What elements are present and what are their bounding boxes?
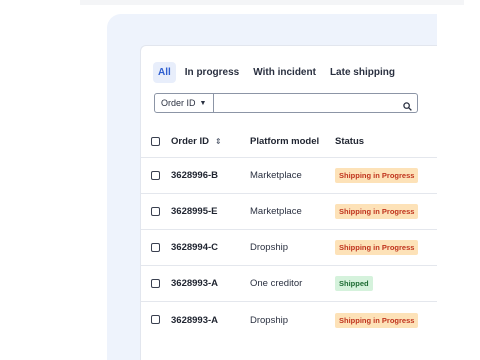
row-checkbox[interactable]: [151, 278, 160, 288]
platform-model: Dropship: [250, 314, 289, 326]
platform-model: One creditor: [250, 278, 303, 289]
row-checkbox[interactable]: [151, 170, 160, 180]
table-row[interactable]: 3628993-A Dropship Shipping in Progress: [141, 302, 437, 338]
order-id: 3628993-A: [171, 314, 219, 326]
chevron-down-icon: ▼: [199, 99, 207, 107]
row-checkbox[interactable]: [151, 242, 160, 252]
search-input[interactable]: [218, 95, 402, 113]
table-header: Order ID ⇕ Platform model Status: [141, 126, 437, 158]
status-badge: Shipping in Progress: [335, 168, 419, 183]
status-badge: Shipping in Progress: [335, 240, 419, 255]
status-badge: Shipping in Progress: [335, 204, 419, 219]
row-checkbox[interactable]: [151, 315, 160, 324]
platform-model: Marketplace: [250, 206, 302, 217]
tab-in-progress[interactable]: In progress: [180, 62, 244, 83]
select-all-checkbox[interactable]: [151, 136, 160, 146]
table-row[interactable]: 3628993-A One creditor Shipped: [141, 266, 437, 302]
order-id: 3628995-E: [171, 206, 218, 217]
orders-card: All In progress With incident Late shipp…: [140, 45, 437, 360]
filter-tabs: All In progress With incident Late shipp…: [153, 62, 400, 83]
table-row[interactable]: 3628995-E Marketplace Shipping in Progre…: [141, 194, 437, 230]
search-icon[interactable]: [403, 98, 412, 116]
column-header-platform-model: Platform model: [250, 136, 320, 147]
status-badge: Shipping in Progress: [335, 312, 419, 328]
table-row[interactable]: 3628994-C Dropship Shipping in Progress: [141, 230, 437, 266]
platform-model: Dropship: [250, 242, 289, 253]
table-row[interactable]: 3628996-B Marketplace Shipping in Progre…: [141, 158, 437, 194]
tab-with-incident[interactable]: With incident: [248, 62, 321, 83]
top-strip: [80, 0, 464, 5]
column-header-order-id[interactable]: Order ID ⇕: [171, 126, 222, 157]
search-box: [214, 93, 418, 113]
search-field-select[interactable]: Order ID ▼: [154, 93, 214, 113]
row-checkbox[interactable]: [151, 206, 160, 216]
platform-model: Marketplace: [250, 170, 302, 181]
status-cell: Shipping in Progress: [335, 230, 419, 265]
tab-all[interactable]: All: [153, 62, 176, 83]
column-header-status: Status: [335, 136, 365, 147]
order-id: 3628993-A: [171, 278, 219, 289]
status-cell: Shipping in Progress: [335, 158, 419, 193]
order-id: 3628996-B: [171, 170, 219, 181]
search-filter: Order ID ▼: [154, 93, 418, 113]
select-value: Order ID: [161, 98, 196, 108]
status-badge: Shipped: [335, 276, 373, 291]
tab-late-shipping[interactable]: Late shipping: [325, 62, 400, 83]
status-cell: Shipping in Progress: [335, 194, 419, 229]
sort-icon[interactable]: ⇕: [215, 137, 222, 146]
status-cell: Shipping in Progress: [335, 302, 419, 338]
column-label: Order ID: [171, 136, 210, 147]
order-id: 3628994-C: [171, 242, 219, 253]
status-cell: Shipped: [335, 266, 373, 301]
